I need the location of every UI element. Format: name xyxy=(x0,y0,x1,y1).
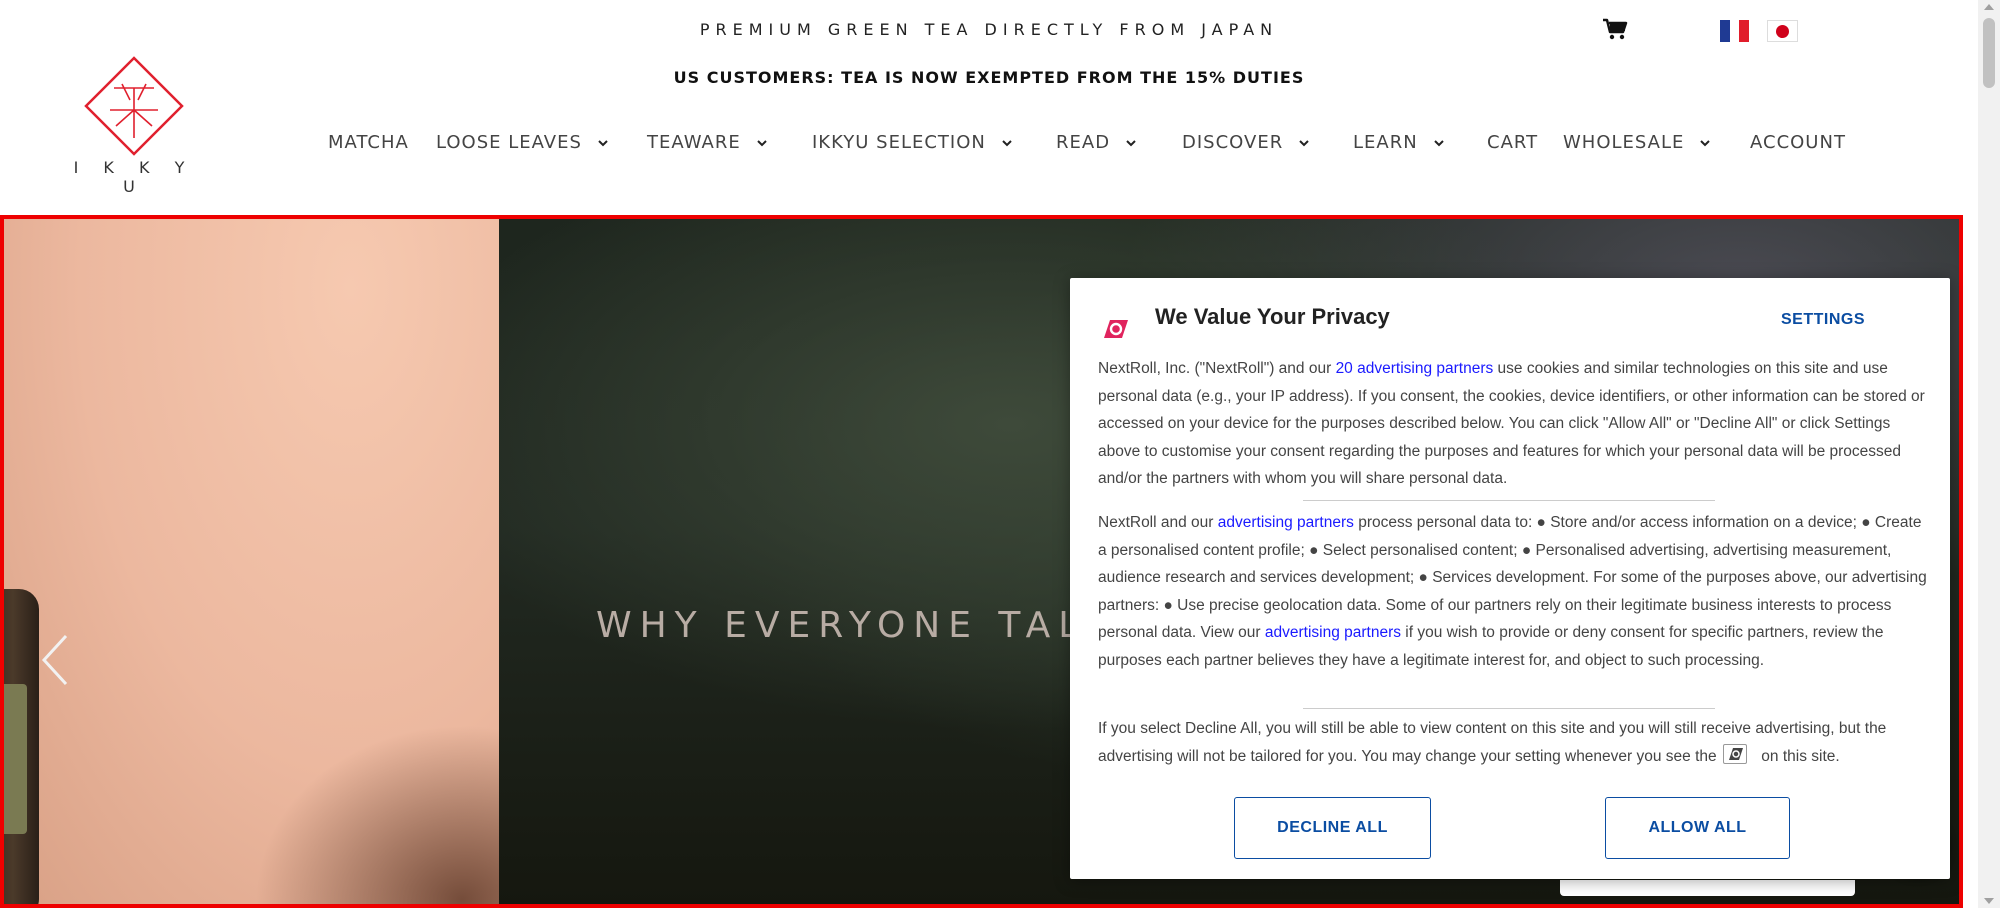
nextroll-logo-icon xyxy=(1104,320,1128,338)
scroll-down-arrow-icon[interactable] xyxy=(1984,898,1994,904)
nav-item-learn[interactable]: LEARN xyxy=(1353,132,1446,153)
nav-item-ikkyu-selection[interactable]: IKKYU SELECTION xyxy=(812,132,1014,153)
advertising-partners-link[interactable]: advertising partners xyxy=(1265,624,1401,641)
nav-item-matcha[interactable]: MATCHA xyxy=(328,132,409,153)
cart-icon[interactable] xyxy=(1602,18,1628,40)
decline-all-button[interactable]: DECLINE ALL xyxy=(1234,797,1431,859)
chevron-down-icon xyxy=(1002,139,1012,146)
chevron-down-icon xyxy=(1299,139,1309,146)
hero-button-partial[interactable] xyxy=(1560,880,1855,896)
hero-title: WHY EVERYONE TAL xyxy=(596,605,1087,646)
nav-item-teaware[interactable]: TEAWARE xyxy=(647,132,769,153)
consent-paragraph-1: NextRoll, Inc. ("NextRoll") and our 20 a… xyxy=(1098,360,1925,487)
tagline: PREMIUM GREEN TEA DIRECTLY FROM JAPAN xyxy=(699,20,1279,39)
advertising-partners-link[interactable]: advertising partners xyxy=(1218,514,1354,531)
divider xyxy=(1303,500,1715,501)
scroll-up-arrow-icon[interactable] xyxy=(1984,4,1994,10)
consent-paragraph-2: NextRoll and our advertising partners pr… xyxy=(1098,514,1927,669)
consent-paragraph-3: If you select Decline All, you will stil… xyxy=(1098,720,1887,765)
logo-text: I K K Y U xyxy=(73,158,195,196)
slide-image-peach-wall xyxy=(4,219,514,904)
chevron-down-icon xyxy=(1433,139,1444,146)
divider xyxy=(1303,708,1715,709)
chevron-down-icon xyxy=(1700,139,1711,146)
nav-item-wholesale[interactable]: WHOLESALE xyxy=(1563,132,1712,153)
chevron-down-icon xyxy=(1126,139,1136,146)
tea-canister-image xyxy=(4,589,39,904)
duties-notice: US CUSTOMERS: TEA IS NOW EXEMPTED FROM T… xyxy=(673,68,1305,87)
nav-item-discover[interactable]: DISCOVER xyxy=(1182,132,1311,153)
nav-item-read[interactable]: READ xyxy=(1056,132,1138,153)
nav-item-cart[interactable]: CART xyxy=(1487,132,1538,153)
privacy-consent-dialog: We Value Your Privacy SETTINGS NextRoll,… xyxy=(1070,278,1950,879)
nav-item-account[interactable]: ACCOUNT xyxy=(1750,132,1846,153)
advertising-partners-link[interactable]: 20 advertising partners xyxy=(1336,360,1494,377)
allow-all-button[interactable]: ALLOW ALL xyxy=(1605,797,1790,859)
nav-item-loose-leaves[interactable]: LOOSE LEAVES xyxy=(436,132,610,153)
japan-flag-icon[interactable] xyxy=(1767,20,1798,42)
page-scrollbar[interactable] xyxy=(1978,0,2000,908)
nextroll-settings-icon[interactable] xyxy=(1722,744,1747,765)
dialog-title: We Value Your Privacy xyxy=(1155,304,1390,329)
settings-button[interactable]: SETTINGS xyxy=(1781,311,1865,329)
chevron-down-icon xyxy=(598,139,608,146)
slider-prev-arrow-icon[interactable] xyxy=(38,632,72,688)
scrollbar-thumb[interactable] xyxy=(1983,18,1995,88)
chevron-down-icon xyxy=(757,139,767,146)
france-flag-icon[interactable] xyxy=(1720,20,1750,42)
